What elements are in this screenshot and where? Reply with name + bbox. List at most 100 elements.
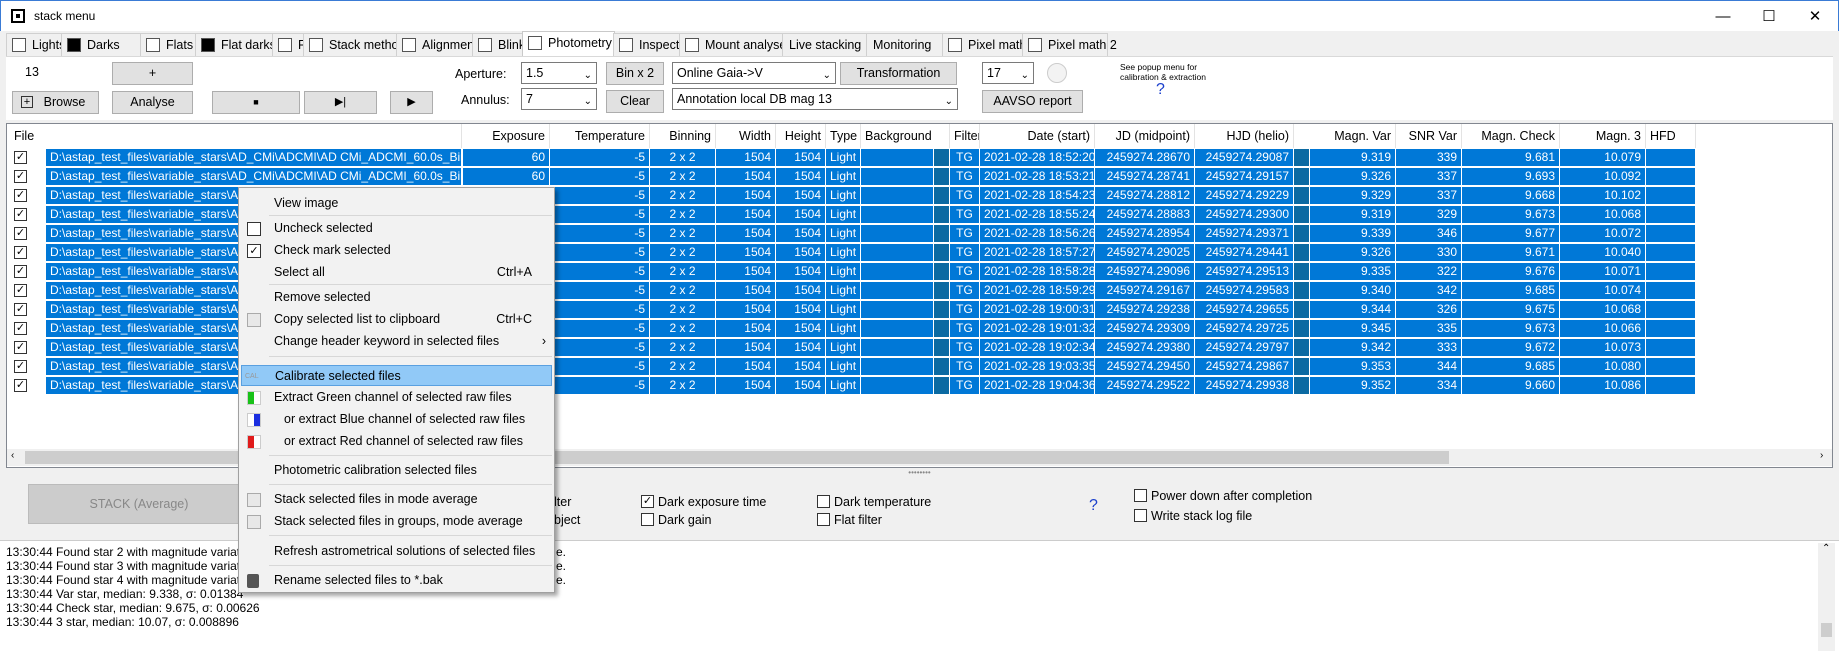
column-header-file[interactable]: File <box>10 124 462 148</box>
table-row[interactable]: ✓ D:\astap_test_files\variable_stars\AD_C… <box>7 148 1832 167</box>
write-log-checkbox[interactable]: Write stack log file <box>1134 509 1252 523</box>
column-header-snr-var[interactable]: SNR Var <box>1396 124 1462 148</box>
menu-item-select-all[interactable]: Select all Ctrl+A <box>241 262 552 283</box>
annulus-select[interactable]: 7 ⌄ <box>521 88 597 110</box>
column-header-magn-var[interactable]: Magn. Var <box>1294 124 1396 148</box>
tab-alignment[interactable]: Alignment <box>396 33 478 56</box>
flat-filter-checkbox[interactable]: Flat filter <box>817 513 882 527</box>
tab-blink[interactable]: Blink <box>472 33 525 56</box>
row-checkbox[interactable]: ✓ <box>14 189 27 202</box>
tab-inspector[interactable]: Inspector <box>613 33 690 56</box>
analyse-button[interactable]: Analyse <box>112 91 193 114</box>
row-checkbox[interactable]: ✓ <box>14 151 27 164</box>
column-header-background[interactable]: Background <box>861 124 950 148</box>
step-button[interactable]: ▶| <box>304 91 377 114</box>
bin-button[interactable]: Bin x 2 <box>606 62 664 85</box>
menu-item-or-extract-red-channel-of-selected-raw-files[interactable]: or extract Red channel of selected raw f… <box>241 431 552 452</box>
row-checkbox[interactable]: ✓ <box>14 170 27 183</box>
menu-item-refresh-astrometrical-solutions-of-selected-files[interactable]: Refresh astrometrical solutions of selec… <box>241 541 552 562</box>
column-header-binning[interactable]: Binning <box>650 124 716 148</box>
browse-button[interactable]: + Browse <box>12 91 99 114</box>
aperture-select[interactable]: 1.5 ⌄ <box>521 62 597 84</box>
tab-flats[interactable]: Flats <box>140 33 197 56</box>
close-button[interactable]: ✕ <box>1792 1 1838 32</box>
row-checkbox[interactable]: ✓ <box>14 360 27 373</box>
column-header-hjd-helio[interactable]: HJD (helio) <box>1195 124 1294 148</box>
menu-item-uncheck-selected[interactable]: Uncheck selected <box>241 218 552 239</box>
dark-temperature-checkbox[interactable]: Dark temperature <box>817 495 931 509</box>
menu-item-photometric-calibration-selected-files[interactable]: Photometric calibration selected files <box>241 460 552 481</box>
menu-item-stack-selected-files-in-groups-mode-average[interactable]: Stack selected files in groups, mode ave… <box>241 511 552 532</box>
menu-item-remove-selected[interactable]: Remove selected <box>241 287 552 308</box>
tab-lights[interactable]: Lights <box>6 33 65 56</box>
row-checkbox[interactable]: ✓ <box>14 246 27 259</box>
table-row[interactable]: ✓ D:\astap_test_files\variable_stars\AD_C… <box>7 167 1832 186</box>
tab-live-stacking[interactable]: Live stacking <box>782 33 868 56</box>
tab-pixel-math-1[interactable]: Pixel math 1 <box>942 33 1037 56</box>
menu-item-or-extract-blue-channel-of-selected-raw-files[interactable]: or extract Blue channel of selected raw … <box>241 409 552 430</box>
dark-exposure-checkbox[interactable]: ✓ Dark exposure time <box>641 495 766 509</box>
maximize-button[interactable]: ☐ <box>1746 1 1792 32</box>
settings-gear-icon[interactable] <box>1047 63 1067 83</box>
row-checkbox[interactable]: ✓ <box>14 379 27 392</box>
scroll-right-icon[interactable]: › <box>1820 450 1823 461</box>
tab-results[interactable]: Results <box>272 33 340 56</box>
tab-mount-analyse[interactable]: Mount analyse <box>679 33 786 56</box>
row-checkbox[interactable]: ✓ <box>14 322 27 335</box>
stack-button[interactable]: STACK (Average) <box>28 484 250 524</box>
clear-button[interactable]: Clear <box>606 90 664 113</box>
tab-flat-darks[interactable]: Flat darks <box>195 33 276 56</box>
column-header-temperature[interactable]: Temperature <box>550 124 650 148</box>
menu-item-copy-selected-list-to-clipboard[interactable]: Copy selected list to clipboard Ctrl+C <box>241 309 552 330</box>
tab-monitoring[interactable]: Monitoring <box>866 33 944 56</box>
scrollbar-thumb[interactable] <box>1821 623 1832 637</box>
row-checkbox[interactable]: ✓ <box>14 208 27 221</box>
column-header-filter[interactable]: Filter <box>950 124 980 148</box>
tab-darks[interactable]: Darks <box>61 33 142 56</box>
help-link[interactable]: ? <box>1156 81 1165 99</box>
tab-photometry[interactable]: Photometry <box>522 31 615 57</box>
inspector-icon <box>619 38 633 52</box>
column-header-magn-3[interactable]: Magn. 3 <box>1560 124 1646 148</box>
dark-gain-checkbox[interactable]: Dark gain <box>641 513 712 527</box>
spin-value[interactable]: 13 <box>25 65 39 79</box>
power-down-checkbox[interactable]: Power down after completion <box>1134 489 1312 503</box>
column-header-height[interactable]: Height <box>776 124 826 148</box>
minimize-button[interactable]: — <box>1700 1 1746 32</box>
stop-button[interactable]: ■ <box>212 91 300 114</box>
column-header-hfd[interactable]: HFD <box>1646 124 1696 148</box>
menu-item-extract-green-channel-of-selected-raw-files[interactable]: Extract Green channel of selected raw fi… <box>241 387 552 408</box>
menu-item-rename-selected-files-to-bak[interactable]: Rename selected files to *.bak <box>241 570 552 591</box>
magnitude-limit-select[interactable]: 17 ⌄ <box>982 62 1034 84</box>
vertical-scrollbar[interactable]: ⌃ <box>1818 543 1835 651</box>
column-header-jd-midpoint[interactable]: JD (midpoint) <box>1095 124 1195 148</box>
row-checkbox[interactable]: ✓ <box>14 284 27 297</box>
play-button[interactable]: ▶ <box>390 91 433 114</box>
column-header-magn-check[interactable]: Magn. Check <box>1462 124 1560 148</box>
menu-item-stack-selected-files-in-mode-average[interactable]: Stack selected files in mode average <box>241 489 552 510</box>
column-header-type[interactable]: Type <box>826 124 861 148</box>
annotation-select[interactable]: Annotation local DB mag 13 ⌄ <box>672 88 958 110</box>
scroll-left-icon[interactable]: ‹ <box>11 450 14 461</box>
row-checkbox[interactable]: ✓ <box>14 341 27 354</box>
tab-pixel-math-2[interactable]: Pixel math 2 <box>1022 33 1117 56</box>
row-checkbox[interactable]: ✓ <box>14 265 27 278</box>
plus-button[interactable]: + <box>112 62 193 85</box>
menu-item-view-image[interactable]: View image <box>241 193 552 214</box>
scroll-up-icon[interactable]: ⌃ <box>1822 543 1830 554</box>
row-checkbox[interactable]: ✓ <box>14 227 27 240</box>
menu-item-check-mark-selected[interactable]: ✓ Check mark selected <box>241 240 552 261</box>
help-link[interactable]: ? <box>1089 497 1098 515</box>
menu-item-label: Photometric calibration selected files <box>274 463 477 477</box>
column-header-exposure[interactable]: Exposure <box>463 124 550 148</box>
column-header-date-start[interactable]: Date (start) <box>980 124 1095 148</box>
transformation-button[interactable]: Transformation <box>840 62 957 85</box>
aavso-report-button[interactable]: AAVSO report <box>982 90 1083 113</box>
menu-item-change-header-keyword-in-selected-files[interactable]: Change header keyword in selected files › <box>241 331 552 352</box>
catalog-select[interactable]: Online Gaia->V ⌄ <box>672 62 836 84</box>
cell-date: 2021-02-28 19:04:36 <box>980 377 1094 394</box>
menu-item-calibrate-selected-files[interactable]: CAL Calibrate selected files <box>241 365 552 386</box>
column-header-width[interactable]: Width <box>716 124 776 148</box>
tab-stack-method[interactable]: Stack method <box>303 33 405 56</box>
row-checkbox[interactable]: ✓ <box>14 303 27 316</box>
